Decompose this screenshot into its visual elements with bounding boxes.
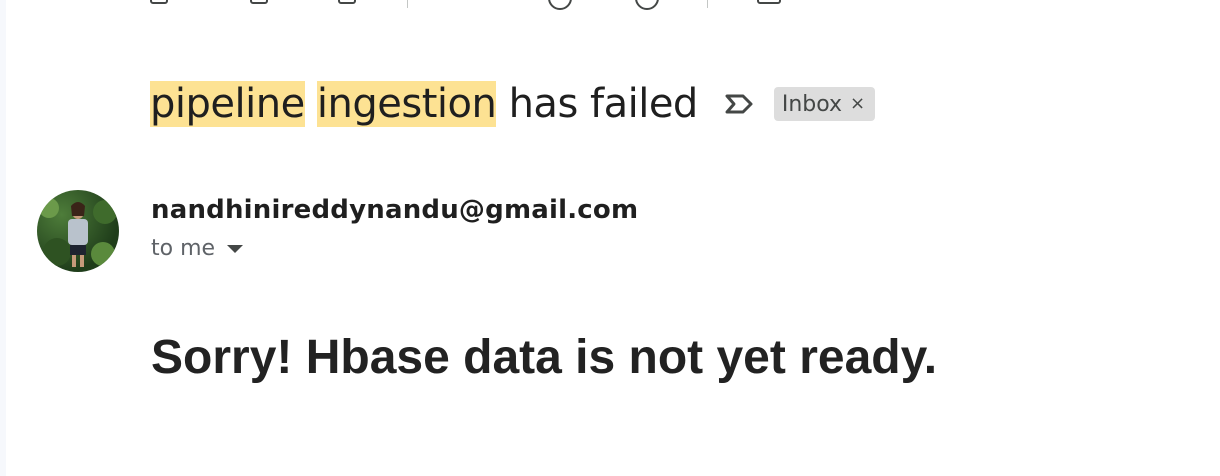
important-marker-icon[interactable] bbox=[724, 92, 756, 116]
subject-rest: has failed bbox=[508, 81, 699, 127]
recipient-details[interactable]: to me bbox=[151, 236, 244, 261]
delete-icon[interactable] bbox=[338, 0, 356, 4]
left-rail bbox=[0, 0, 6, 476]
message-toolbar bbox=[150, 0, 850, 10]
snooze-icon[interactable] bbox=[635, 0, 659, 10]
label-chip-text: Inbox bbox=[781, 91, 843, 117]
avatar[interactable] bbox=[37, 190, 119, 272]
email-subject: pipeline ingestion has failed bbox=[150, 76, 698, 132]
remove-label-icon[interactable]: × bbox=[850, 95, 865, 113]
subject-highlight-2: ingestion bbox=[316, 81, 497, 127]
inbox-label-chip[interactable]: Inbox × bbox=[773, 87, 876, 121]
subject-highlight-1: pipeline bbox=[150, 81, 305, 127]
report-spam-icon[interactable] bbox=[250, 0, 268, 4]
move-to-icon[interactable] bbox=[757, 0, 781, 4]
sender-email[interactable]: nandhinireddynandu@gmail.com bbox=[151, 195, 638, 225]
subject-row: pipeline ingestion has failed Inbox × bbox=[150, 76, 876, 132]
toolbar-divider bbox=[707, 0, 708, 8]
email-body: Sorry! Hbase data is not yet ready. bbox=[151, 331, 938, 384]
mark-unread-icon[interactable] bbox=[548, 0, 572, 10]
email-view: pipeline ingestion has failed Inbox × na… bbox=[0, 0, 1220, 476]
toolbar-divider bbox=[407, 0, 408, 8]
recipient-text: to me bbox=[151, 236, 216, 261]
archive-icon[interactable] bbox=[150, 0, 168, 4]
show-details-caret-icon[interactable] bbox=[227, 244, 244, 253]
